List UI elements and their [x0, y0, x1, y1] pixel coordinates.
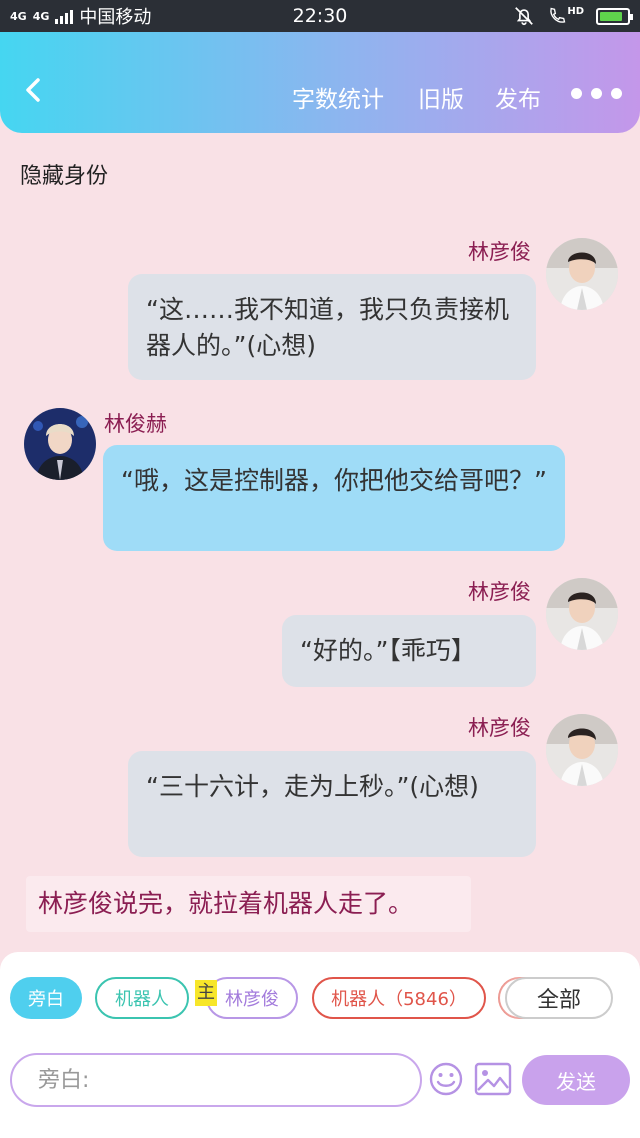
back-arrow-icon[interactable]: [20, 76, 48, 104]
message-input[interactable]: [10, 1053, 422, 1107]
speaker-name: 林彦俊: [468, 716, 531, 740]
avatar-lin-junhe[interactable]: [24, 408, 96, 480]
carrier-name: 中国移动: [79, 7, 152, 28]
publish-button[interactable]: 发布: [495, 80, 541, 114]
speaker-name: 林彦俊: [468, 580, 531, 604]
old-version-button[interactable]: 旧版: [418, 80, 464, 114]
emoji-icon[interactable]: [428, 1061, 464, 1097]
phone-icon: [550, 7, 566, 23]
role-chip-lin-yanjun[interactable]: 林彦俊: [206, 977, 298, 1019]
role-chip-robot[interactable]: 机器人: [95, 977, 189, 1019]
avatar-lin-yanjun[interactable]: [546, 578, 618, 650]
battery-fill: [600, 11, 623, 21]
status-right: HD: [513, 5, 633, 27]
message-bubble[interactable]: “三十六计，走为上秒。”(心想): [128, 751, 536, 857]
role-chip-narration[interactable]: 旁白: [10, 977, 82, 1019]
battery-icon: [596, 7, 633, 25]
speaker-name: 林俊赫: [104, 412, 167, 436]
send-button[interactable]: 发送: [522, 1055, 630, 1105]
message-bubble[interactable]: “这……我不知道，我只负责接机器人的。”(心想): [128, 274, 536, 380]
status-bar: 4G 4G 中国移动 22:30 HD: [0, 0, 640, 32]
hd-badge: HD: [567, 6, 584, 17]
hide-identity-toggle[interactable]: 隐藏身份: [20, 158, 108, 190]
header-bar: 字数统计 旧版 发布: [0, 32, 640, 133]
network-type: 4G: [10, 9, 27, 23]
speaker-name: 林彦俊: [468, 240, 531, 264]
role-chip-all[interactable]: 全部: [505, 977, 613, 1019]
narration-line[interactable]: 林彦俊说完，就拉着机器人走了。: [26, 876, 471, 932]
signal-icon: [55, 8, 74, 24]
message-bubble[interactable]: “好的。”【乖巧】: [282, 615, 536, 687]
avatar-lin-yanjun[interactable]: [546, 238, 618, 310]
network-type-2: 4G: [32, 9, 50, 23]
image-icon[interactable]: [474, 1062, 512, 1096]
word-count-button[interactable]: 字数统计: [292, 80, 384, 114]
avatar-lin-yanjun[interactable]: [546, 714, 618, 786]
mute-bell-icon: [515, 7, 534, 26]
main-role-badge: 主: [195, 980, 217, 1006]
role-chip-robot-5846[interactable]: 机器人（5846）: [312, 977, 486, 1019]
status-left: 4G 4G 中国移动: [10, 3, 151, 29]
more-options-icon[interactable]: [571, 88, 622, 99]
message-bubble[interactable]: “哦，这是控制器，你把他交给哥吧？”: [103, 445, 565, 551]
